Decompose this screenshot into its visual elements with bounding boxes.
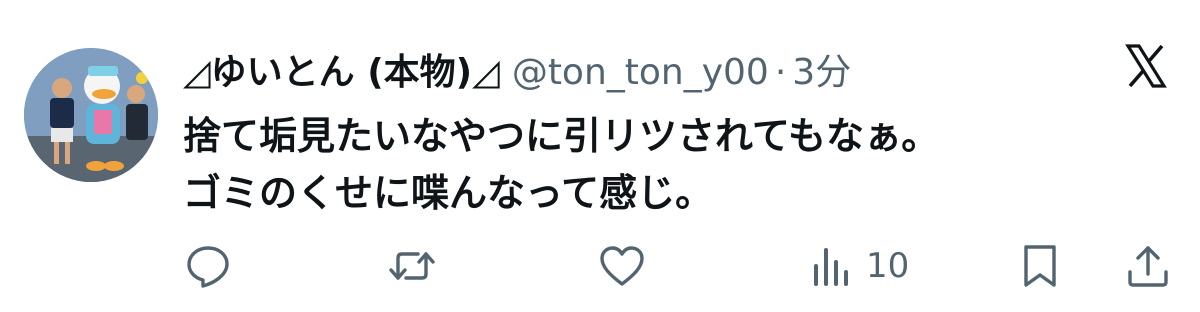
separator-dot: · — [774, 52, 787, 93]
heart-icon — [600, 246, 644, 286]
timestamp[interactable]: 3分 — [792, 48, 851, 98]
reply-button[interactable] — [184, 238, 232, 294]
avatar[interactable] — [24, 48, 158, 182]
reply-icon — [187, 246, 229, 288]
bookmark-button[interactable] — [1016, 238, 1064, 294]
views-chart-icon — [814, 248, 848, 286]
tweet-text-line: 捨て垢見たいなやつに引リツされてもなぁ。 — [183, 114, 940, 158]
share-button[interactable] — [1124, 238, 1172, 294]
retweet-icon — [389, 252, 435, 280]
share-icon — [1128, 246, 1168, 287]
tweet-text-line: ゴミのくせに喋んなって感じ。 — [183, 171, 714, 215]
display-name[interactable]: ◿ゆいとん (本物)◿ — [183, 48, 500, 98]
views-button[interactable]: 10 — [808, 238, 909, 294]
tweet-header: ◿ゆいとん (本物)◿ @ton_ton_y00 · 3分 — [183, 48, 851, 98]
views-count: 10 — [866, 246, 910, 286]
user-handle[interactable]: @ton_ton_y00 — [512, 48, 769, 98]
bookmark-icon — [1024, 245, 1056, 287]
x-logo-icon[interactable] — [1122, 42, 1170, 90]
retweet-button[interactable] — [388, 238, 436, 294]
avatar-photo — [24, 48, 158, 182]
tweet-text: 捨て垢見たいなやつに引リツされてもなぁ。 ゴミのくせに喋んなって感じ。 — [183, 108, 939, 222]
like-button[interactable] — [598, 238, 646, 294]
